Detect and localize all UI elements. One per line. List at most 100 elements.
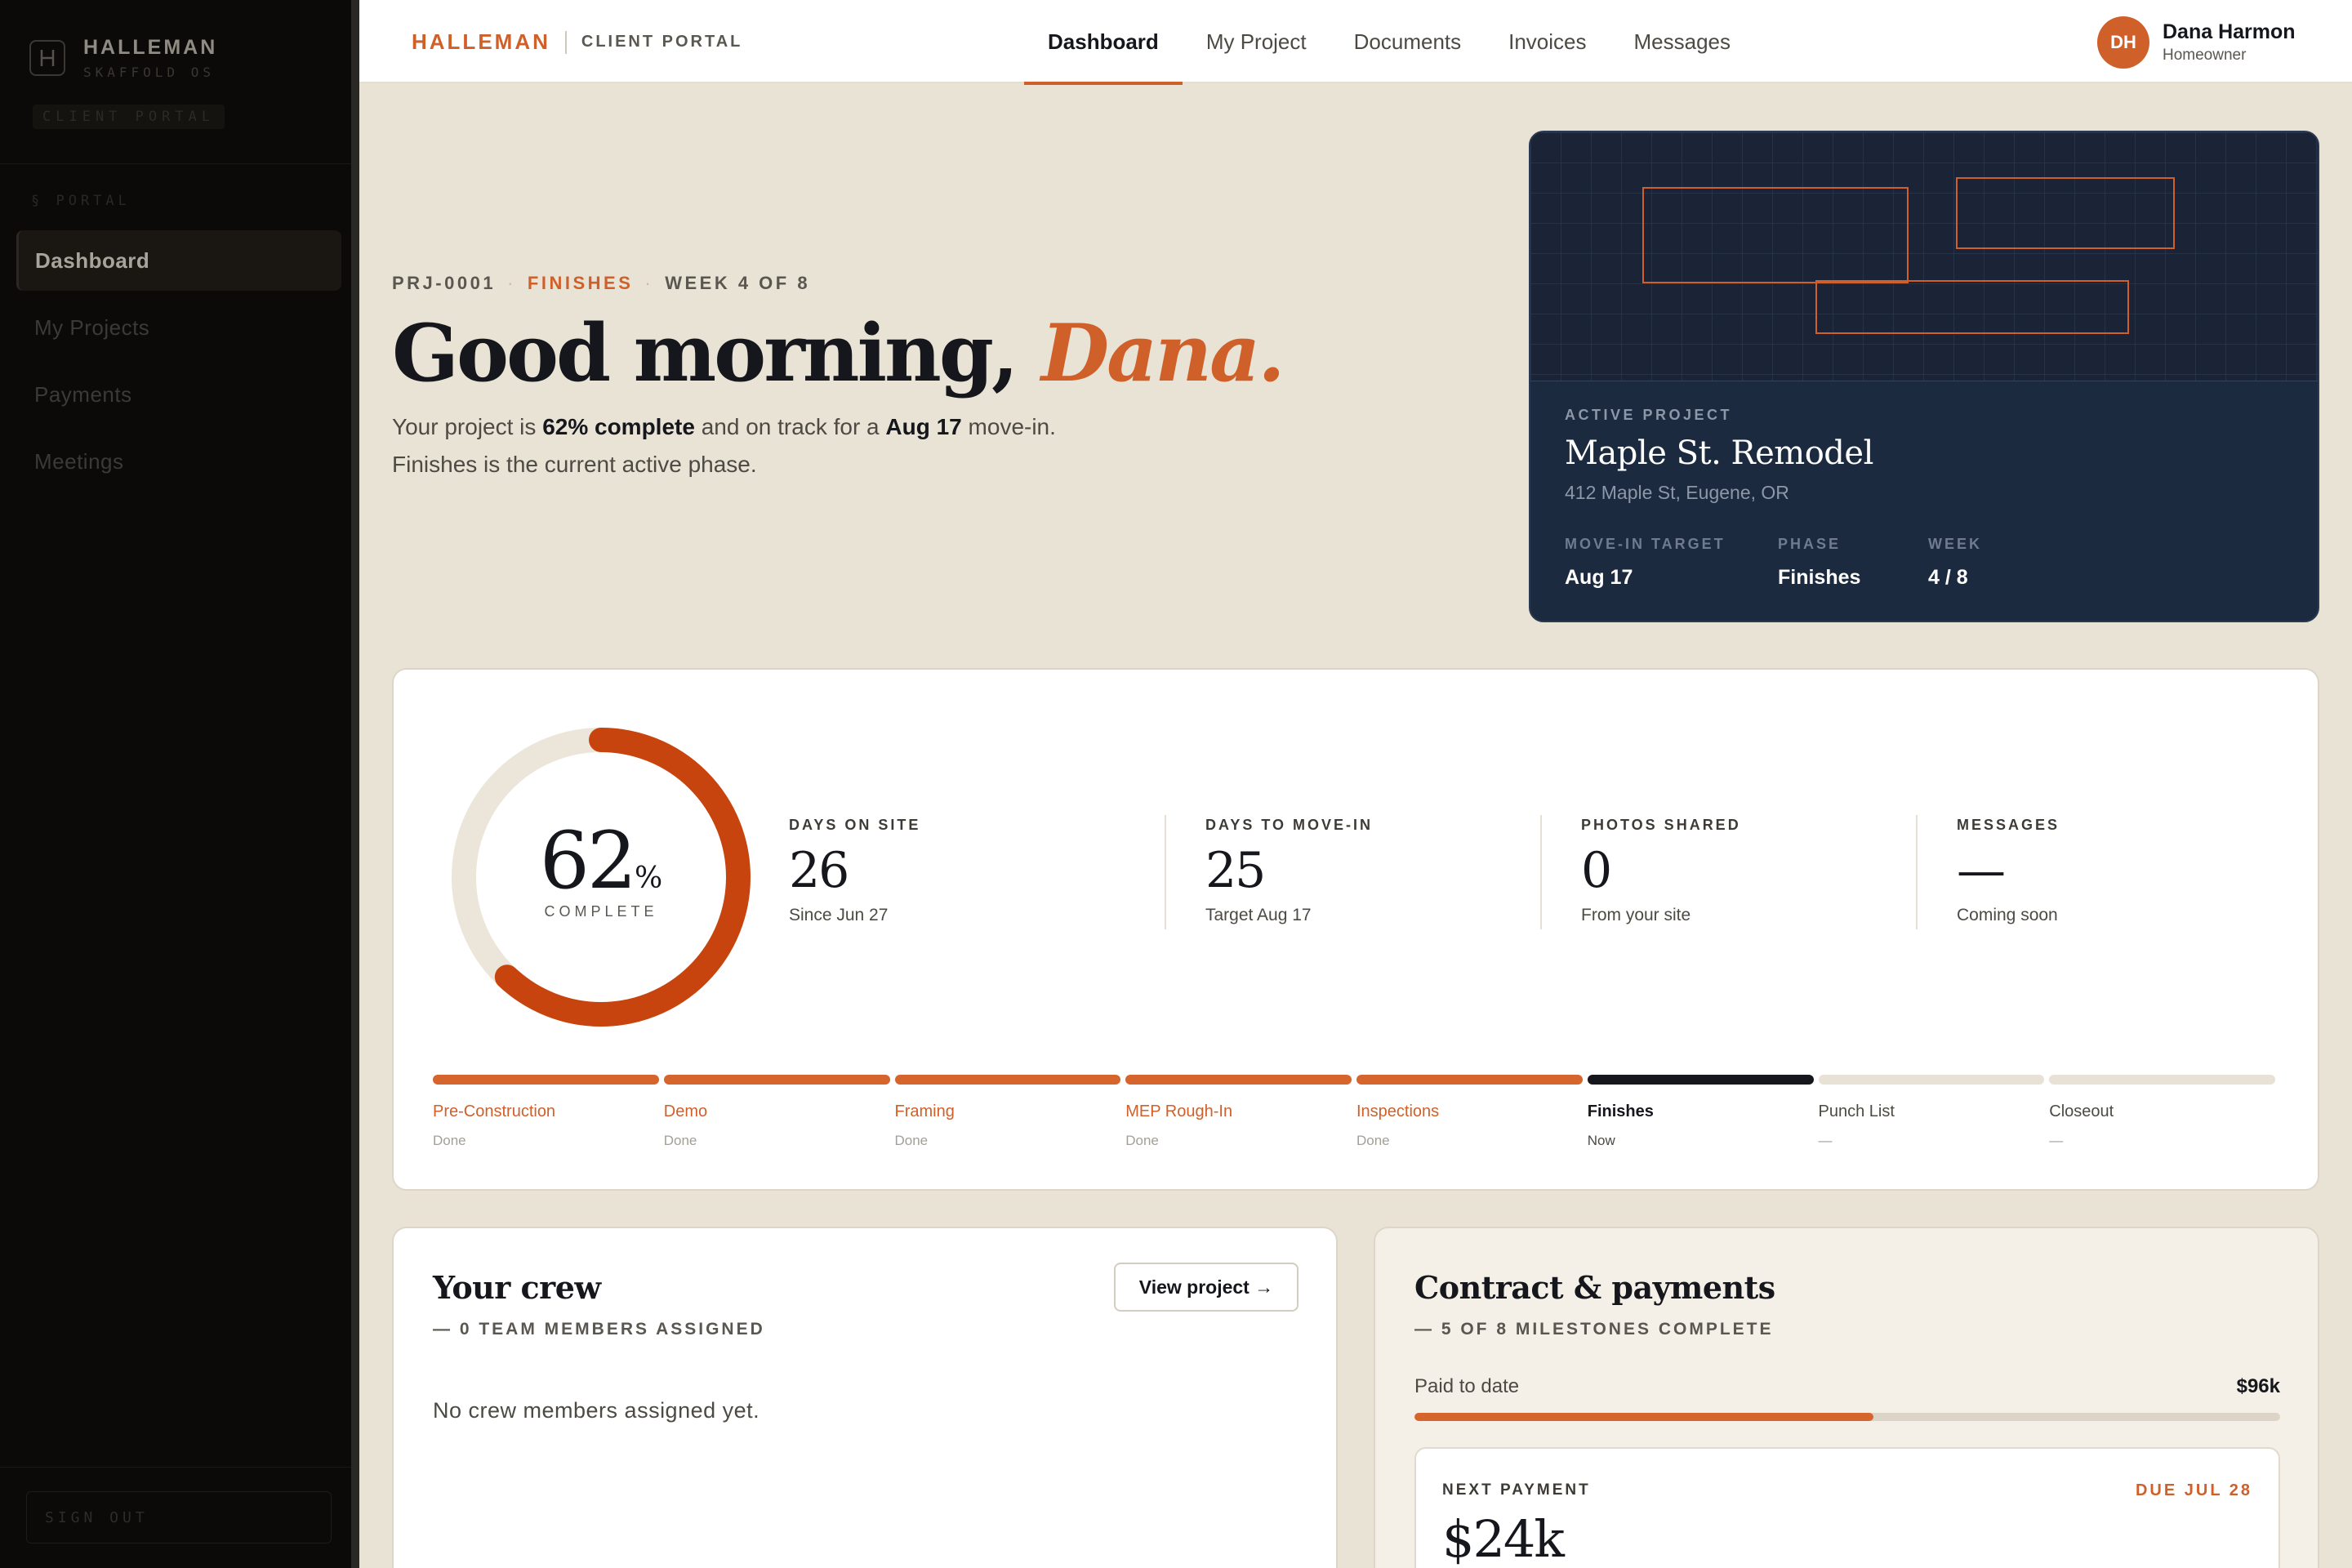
tab-invoices[interactable]: Invoices: [1485, 0, 1610, 83]
meta-value: Aug 17: [1565, 566, 1633, 589]
phase-bar: [433, 1075, 659, 1085]
stat-sub: Coming soon: [1957, 906, 2058, 924]
stat-value: 0: [1581, 842, 1612, 899]
phase-status: Done: [1125, 1133, 1159, 1148]
crew-title: Your crew: [433, 1269, 601, 1306]
phase-status: —: [2049, 1133, 2064, 1148]
tab-messages[interactable]: Messages: [1610, 0, 1755, 83]
sidebar-divider: [0, 163, 359, 164]
stat-messages: MESSAGES — Coming soon: [1916, 815, 2202, 931]
meta-label: WEEK: [1928, 536, 1982, 552]
milestones-count: — 5 OF 8 MILESTONES COMPLETE: [1414, 1320, 1774, 1339]
stats-row: DAYS ON SITE 26 Since Jun 27 DAYS TO MOV…: [789, 815, 2202, 931]
progress-percent-sign: %: [634, 862, 663, 895]
phase-status: Done: [433, 1133, 466, 1148]
sidebar-item-meetings[interactable]: Meetings: [16, 431, 341, 492]
project-id: PRJ-0001: [392, 273, 497, 293]
brand-separator: [564, 30, 567, 54]
paid-value: $96k: [2236, 1375, 2280, 1397]
next-payment-card[interactable]: NEXT PAYMENT DUE JUL 28 $24k: [1414, 1447, 2280, 1568]
stat-value: 26: [789, 842, 849, 899]
progress-percent: 62%: [446, 815, 756, 906]
paid-progress-fill: [1414, 1413, 1873, 1421]
phase-name: Pre-Construction: [433, 1102, 556, 1120]
next-payment-label: NEXT PAYMENT: [1442, 1481, 1591, 1499]
crew-card: Your crew — 0 TEAM MEMBERS ASSIGNED View…: [392, 1227, 1338, 1568]
stat-label: PHOTOS SHARED: [1581, 817, 1741, 833]
user-role: Homeowner: [2163, 47, 2247, 64]
stat-sub: Since Jun 27: [789, 906, 889, 924]
phase-name: Punch List: [1818, 1102, 1895, 1120]
tab-documents[interactable]: Documents: [1330, 0, 1486, 83]
phase-status: Done: [894, 1133, 929, 1148]
sidebar-brand-name: HALLEMAN: [83, 36, 218, 59]
summary-text-1: Your project is: [392, 414, 543, 439]
stat-sub: From your site: [1581, 906, 1691, 924]
sign-out-button[interactable]: SIGN OUT: [26, 1491, 332, 1544]
greeting-heading: Good morning, Dana.: [392, 307, 1285, 399]
brand-name: HALLEMAN: [412, 29, 550, 54]
progress-label: COMPLETE: [544, 903, 658, 920]
phase-status: Now: [1587, 1133, 1615, 1148]
meta-value: Finishes: [1778, 566, 1861, 589]
greeting-name: Dana.: [1040, 307, 1285, 399]
top-tabs: Dashboard My Project Documents Invoices …: [1024, 0, 1755, 85]
active-project-label: ACTIVE PROJECT: [1565, 407, 1733, 423]
sidebar-brand-sub: SKAFFOLD OS: [83, 65, 215, 80]
meta-label: PHASE: [1778, 536, 1842, 552]
next-payment-due: DUE JUL 28: [2135, 1481, 2252, 1499]
payments-title: Contract & payments: [1414, 1269, 1775, 1306]
sidebar-item-dashboard[interactable]: Dashboard: [16, 230, 341, 291]
stat-label: DAYS TO MOVE-IN: [1205, 817, 1374, 833]
meta-value: 4 / 8: [1928, 566, 1968, 589]
phase-closeout: Closeout —: [2049, 1075, 2280, 1149]
user-menu[interactable]: DH Dana Harmon Homeowner: [2097, 16, 2296, 69]
meta-move-in: MOVE-IN TARGET Aug 17: [1565, 536, 1778, 590]
phase-demo: Demo Done: [663, 1075, 895, 1149]
phase-bar: [1818, 1075, 2045, 1085]
stat-days-on-site: DAYS ON SITE 26 Since Jun 27: [789, 815, 1205, 931]
crew-count: — 0 TEAM MEMBERS ASSIGNED: [433, 1320, 765, 1339]
paid-progress-bar: [1414, 1413, 2280, 1421]
project-summary: Your project is 62% complete and on trac…: [392, 408, 1062, 483]
top-bar: HALLEMAN CLIENT PORTAL Dashboard My Proj…: [359, 0, 2352, 85]
stat-days-to-move-in: DAYS TO MOVE-IN 25 Target Aug 17: [1165, 815, 1581, 931]
progress-percent-value: 62: [539, 815, 637, 906]
avatar: DH: [2097, 16, 2149, 69]
phase-bar: [1356, 1075, 1583, 1085]
phase-status: —: [1818, 1133, 1833, 1148]
active-project-card[interactable]: ACTIVE PROJECT Maple St. Remodel 412 Map…: [1529, 131, 2319, 622]
phase-name: Finishes: [1587, 1102, 1654, 1120]
phase-inspections: Inspections Done: [1356, 1075, 1588, 1149]
view-project-button[interactable]: View project →: [1114, 1263, 1298, 1312]
meta-label: MOVE-IN TARGET: [1565, 536, 1726, 552]
stat-divider: [1540, 815, 1542, 929]
sidebar-logo[interactable]: HALLEMAN SKAFFOLD OS: [29, 36, 217, 80]
summary-text-2: and on track for a: [694, 414, 886, 439]
tab-dashboard[interactable]: Dashboard: [1024, 0, 1183, 85]
meta-phase: PHASE Finishes: [1778, 536, 1928, 590]
paid-label: Paid to date: [1414, 1375, 1520, 1397]
phase-finishes: Finishes Now: [1587, 1075, 1819, 1149]
sidebar: HALLEMAN SKAFFOLD OS CLIENT PORTAL § POR…: [0, 0, 359, 1568]
phase-status: Done: [663, 1133, 697, 1148]
brand[interactable]: HALLEMAN CLIENT PORTAL: [412, 29, 742, 55]
tab-my-project[interactable]: My Project: [1183, 0, 1330, 83]
sidebar-edge: [351, 0, 359, 1568]
portal-chip: CLIENT PORTAL: [33, 105, 225, 129]
stat-label: MESSAGES: [1957, 817, 2060, 833]
phase-pre-construction: Pre-Construction Done: [433, 1075, 664, 1149]
sidebar-item-payments[interactable]: Payments: [16, 364, 341, 425]
sidebar-item-my-projects[interactable]: My Projects: [16, 297, 341, 358]
summary-percent: 62% complete: [542, 414, 695, 439]
next-payment-amount: $24k: [1442, 1509, 1565, 1568]
sidebar-section-label: § PORTAL: [31, 193, 131, 209]
phase-bar: [894, 1075, 1121, 1085]
project-eyebrow: PRJ-0001 · FINISHES · WEEK 4 OF 8: [392, 273, 811, 293]
stat-divider: [1916, 815, 1918, 929]
phase-framing: Framing Done: [894, 1075, 1126, 1149]
logo-h-icon: [29, 40, 65, 76]
phase-name: MEP Rough-In: [1125, 1102, 1233, 1120]
stat-label: DAYS ON SITE: [789, 817, 921, 833]
sidebar-nav: Dashboard My Projects Payments Meetings: [16, 230, 341, 498]
